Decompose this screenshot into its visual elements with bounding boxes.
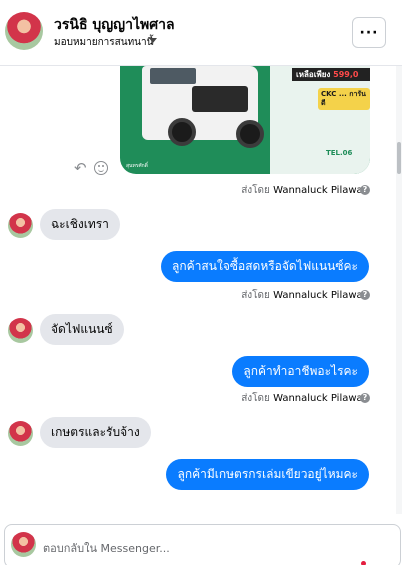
question-icon[interactable]: ? <box>360 393 370 403</box>
contact-avatar-small <box>8 421 33 446</box>
ad-background <box>270 66 370 174</box>
ad-phone: TEL.06 <box>326 149 353 157</box>
truck-wheel <box>236 120 264 148</box>
thread-scrollbar[interactable] <box>396 66 402 514</box>
contact-name[interactable]: วรนิธิ บุญญาไพศาล <box>54 14 175 36</box>
outgoing-message: ลูกค้าสนใจซื้อสดหรือจัดไฟแนนซ์คะ <box>161 251 369 282</box>
outgoing-message: ลูกค้าทำอาชีพอะไรคะ <box>232 356 369 387</box>
emoji-icon[interactable] <box>94 161 108 175</box>
question-icon[interactable]: ? <box>360 290 370 300</box>
incoming-message: ฉะเชิงเทรา <box>40 209 120 240</box>
sent-by-line: ส่งโดย Wannaluck Pilawan <box>241 290 369 301</box>
page-avatar <box>11 532 36 557</box>
scrollbar-thumb[interactable] <box>397 142 401 174</box>
price-banner: เหลือเพียง 599,0 <box>292 68 370 81</box>
notification-dot <box>361 561 366 565</box>
image-credit: สุนทรศักดิ์ <box>126 163 148 169</box>
more-options-button[interactable]: ··· <box>352 17 386 48</box>
truck-grill <box>192 86 248 112</box>
reply-input-placeholder[interactable]: ตอบกลับใน Messenger... <box>43 539 170 557</box>
image-attachment[interactable]: เหลือเพียง 599,0 CKC ... การันตี TEL.06 … <box>120 66 370 174</box>
more-dots-icon: ··· <box>359 24 379 41</box>
reply-icon[interactable]: ↶ <box>74 160 90 176</box>
assign-conversation-link[interactable]: มอบหมายการสนทนานี้ <box>54 35 153 50</box>
conversation-header: วรนิธิ บุญญาไพศาล มอบหมายการสนทนานี้ ··· <box>0 0 402 66</box>
truck-wheel <box>168 118 196 146</box>
contact-avatar-small <box>8 318 33 343</box>
truck-windshield <box>150 68 196 84</box>
reply-composer[interactable]: ตอบกลับใน Messenger... <box>4 524 401 565</box>
sent-by-line: ส่งโดย Wannaluck Pilawan <box>241 393 369 404</box>
contact-avatar-small <box>8 213 33 238</box>
promo-badge: CKC ... การันตี <box>318 88 370 110</box>
sent-by-line: ส่งโดย Wannaluck Pilawan <box>241 185 369 196</box>
contact-avatar[interactable] <box>5 12 43 50</box>
outgoing-message: ลูกค้ามีเกษตรกรเล่มเขียวอยู่ไหมคะ <box>166 459 369 490</box>
caret-down-icon[interactable] <box>149 38 157 43</box>
message-thread: เหลือเพียง 599,0 CKC ... การันตี TEL.06 … <box>0 66 396 514</box>
question-icon[interactable]: ? <box>360 185 370 195</box>
incoming-message: เกษตรและรับจ้าง <box>40 417 151 448</box>
incoming-message: จัดไฟแนนซ์ <box>40 314 124 345</box>
